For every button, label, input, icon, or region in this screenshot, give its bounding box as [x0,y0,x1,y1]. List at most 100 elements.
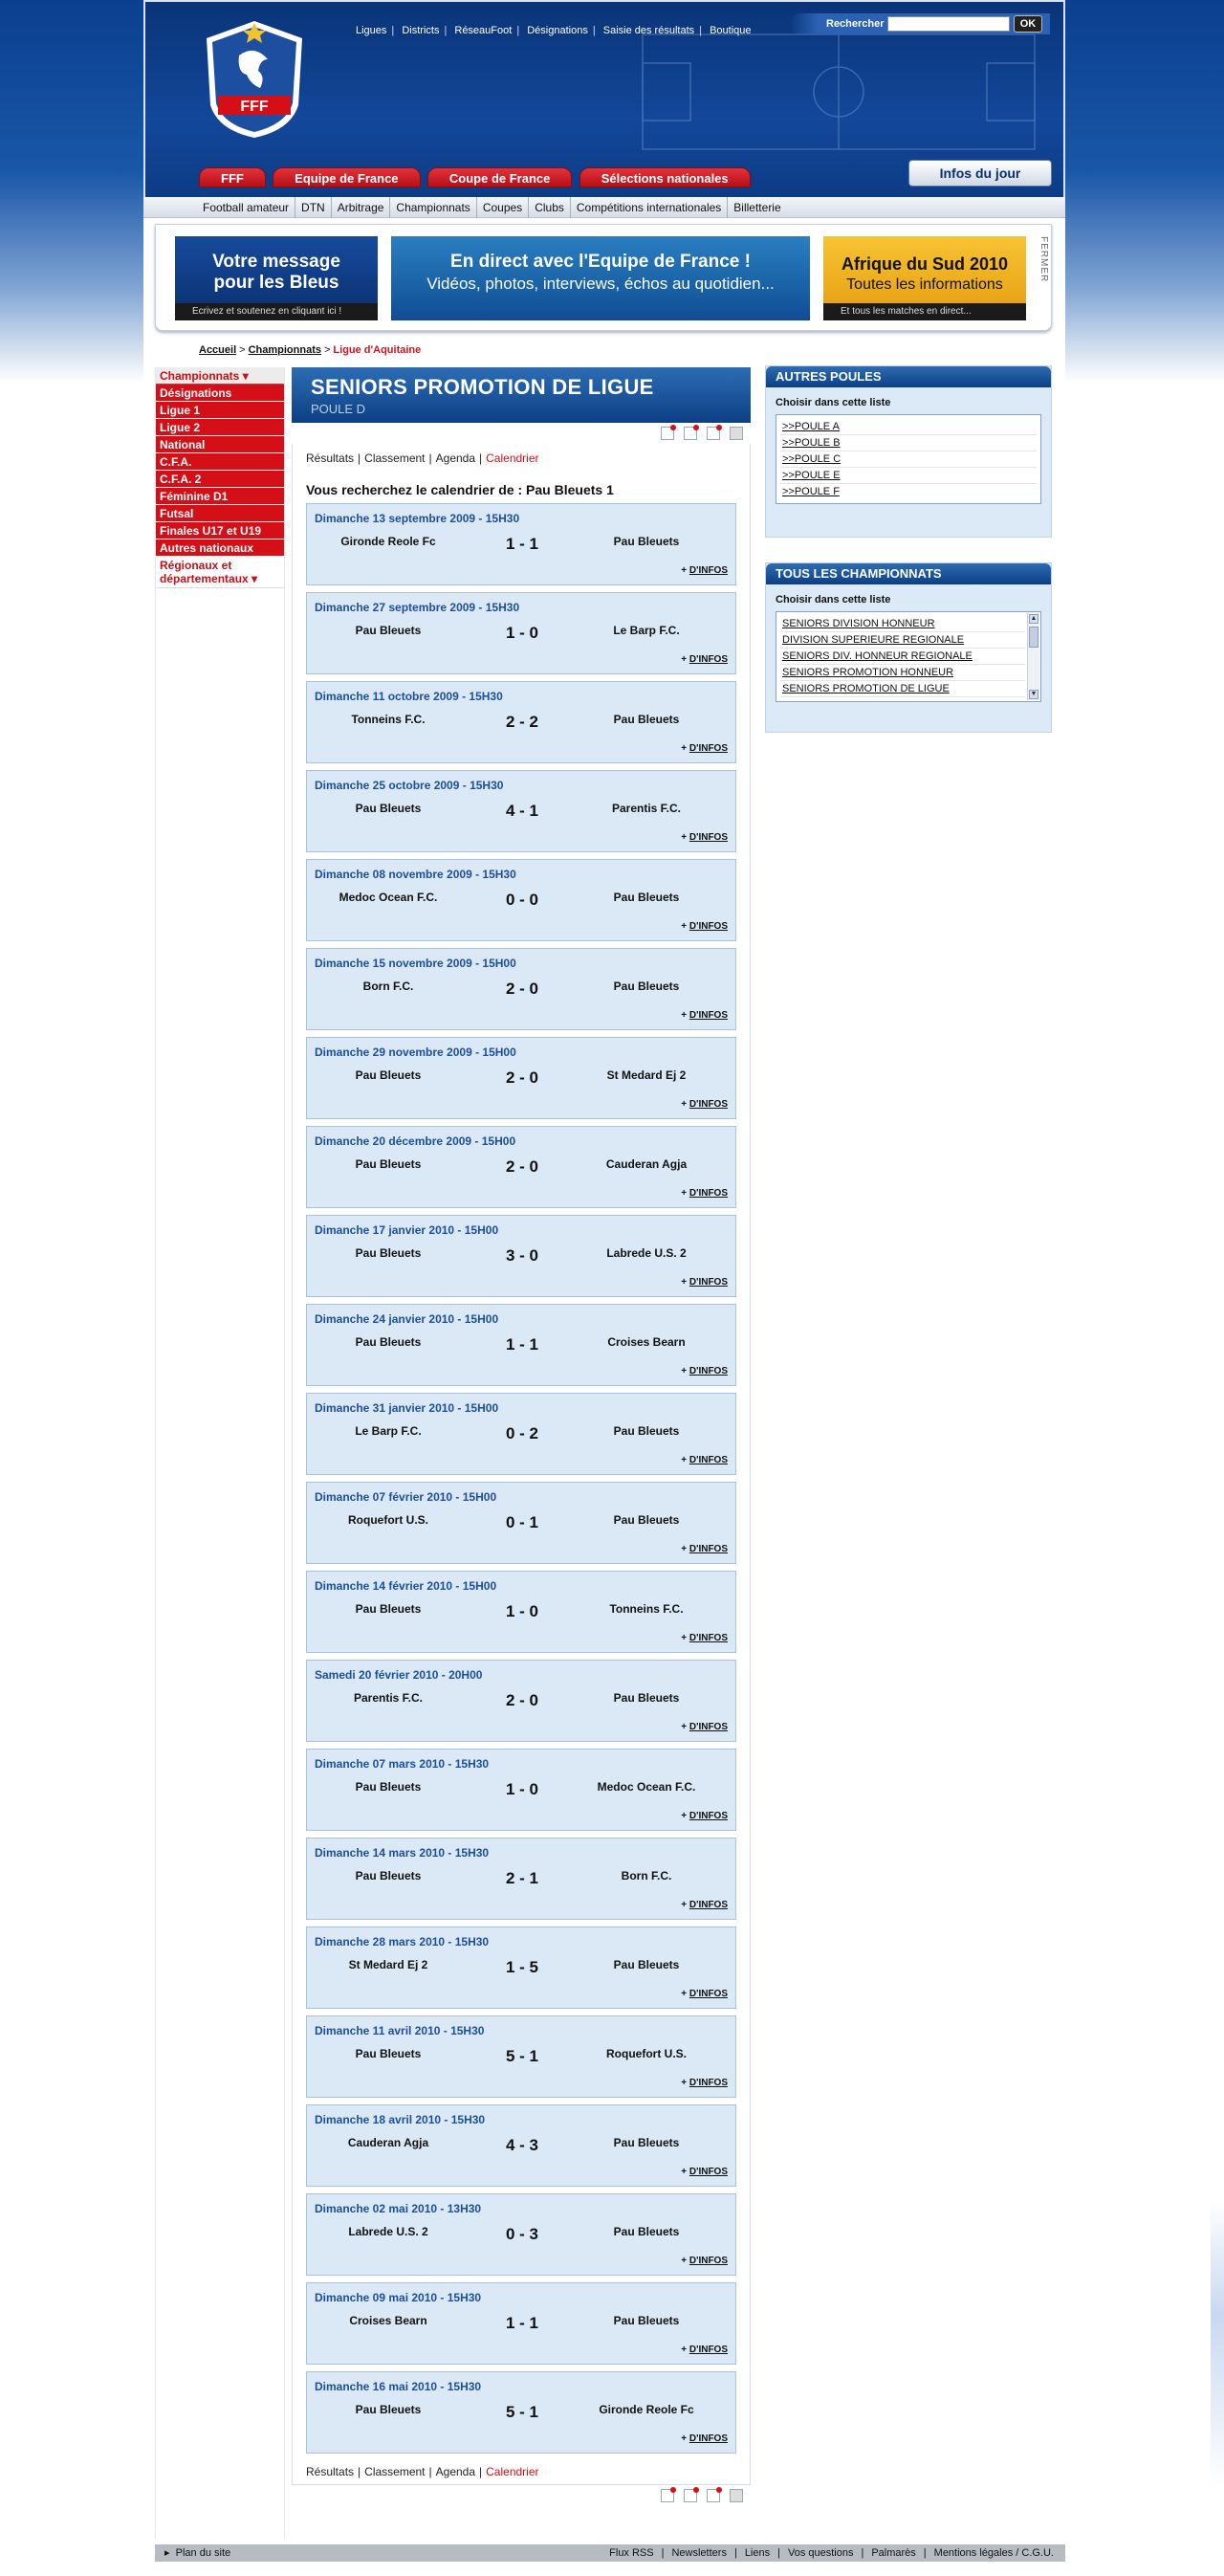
more-info-link[interactable]: + D'INFOS [681,1277,728,1288]
more-info-link[interactable]: + D'INFOS [681,1010,728,1021]
tab-resultats[interactable]: Résultats [306,451,354,465]
more-info-link[interactable]: + D'INFOS [681,1544,728,1554]
breadcrumb-section[interactable]: Championnats [249,344,321,356]
print-icon[interactable] [730,427,743,440]
share-icon[interactable] [707,425,722,440]
footer-link-rss[interactable]: Flux RSS [609,2547,653,2559]
breadcrumb: Accueil > Championnats > Ligue d'Aquitaine [199,344,422,356]
more-info-link[interactable]: + D'INFOS [681,1722,728,1732]
tab-fff[interactable]: FFF [199,167,266,187]
breadcrumb-home[interactable]: Accueil [199,344,236,356]
subnav-championnats[interactable]: Championnats [390,197,477,218]
more-info-link[interactable]: + D'INFOS [681,2078,728,2088]
sidebar-item-autres-nationaux[interactable]: Autres nationaux [156,539,284,557]
share-icon[interactable] [707,2487,722,2502]
sidebar-item-futsal[interactable]: Futsal [156,505,284,522]
championnat-link[interactable]: SENIORS DIV. HONNEUR REGIONALE [780,649,1025,665]
top-link-reseaufoot[interactable]: RéseauFoot [454,25,512,36]
footer-link-liens[interactable]: Liens [745,2547,770,2559]
more-info-link[interactable]: + D'INFOS [681,2345,728,2355]
search-ok-button[interactable]: OK [1014,15,1042,33]
more-info-link[interactable]: + D'INFOS [681,1188,728,1199]
tab-calendrier[interactable]: Calendrier [486,451,538,465]
close-banner-button[interactable]: FERMER [1036,236,1049,303]
banner-message-bleus[interactable]: Votre message pour les Bleus Ecrivez et … [175,236,378,320]
subnav-football-amateur[interactable]: Football amateur [197,197,296,218]
scroll-down-icon[interactable]: ▼ [1029,690,1038,699]
sitemap-link[interactable]: ▸ Plan du site [164,2544,230,2562]
sidebar-item-ligue1[interactable]: Ligue 1 [156,402,284,419]
poule-link-f[interactable]: >>POULE F [780,484,1037,499]
subnav-arbitrage[interactable]: Arbitrage [332,197,391,218]
tab-agenda[interactable]: Agenda [436,2465,475,2478]
championnat-link[interactable]: SENIORS PROMOTION HONNEUR [780,665,1025,681]
scroll-up-icon[interactable]: ▲ [1029,614,1038,624]
sidebar-item-regionaux[interactable]: Régionaux et départementaux ▾ [156,557,284,588]
more-info-link[interactable]: + D'INFOS [681,654,728,665]
poule-link-a[interactable]: >>POULE A [780,419,1037,435]
more-info-link[interactable]: + D'INFOS [681,2256,728,2266]
more-info-link[interactable]: + D'INFOS [681,743,728,754]
sidebar-header[interactable]: Championnats ▾ [156,367,284,385]
sidebar-item-finales-u17-u19[interactable]: Finales U17 et U19 [156,522,284,539]
top-link-designations[interactable]: Désignations [527,25,588,36]
more-info-link[interactable]: + D'INFOS [681,1099,728,1110]
sidebar-item-ligue2[interactable]: Ligue 2 [156,419,284,436]
text-size-icon[interactable] [684,425,699,440]
more-info-link[interactable]: + D'INFOS [681,1633,728,1643]
tab-coupe-de-france[interactable]: Coupe de France [426,167,573,187]
more-info-link[interactable]: + D'INFOS [681,1989,728,1999]
banner-afrique-du-sud[interactable]: Afrique du Sud 2010 Toutes les informati… [823,236,1026,320]
footer-link-mentions[interactable]: Mentions légales / C.G.U. [934,2547,1054,2559]
tab-calendrier[interactable]: Calendrier [486,2465,538,2478]
championnat-link[interactable]: DIVISION SUPERIEURE REGIONALE [780,632,1025,649]
subnav-clubs[interactable]: Clubs [529,197,571,218]
poule-link-c[interactable]: >>POULE C [780,451,1037,468]
footer-link-palmares[interactable]: Palmarès [871,2547,915,2559]
more-info-link[interactable]: + D'INFOS [681,832,728,843]
text-size-icon[interactable] [684,2487,699,2502]
more-info-link[interactable]: + D'INFOS [681,565,728,576]
footer-link-questions[interactable]: Vos questions [788,2547,854,2559]
more-info-link[interactable]: + D'INFOS [681,1455,728,1465]
bookmark-icon[interactable] [661,425,676,440]
tab-equipe-de-france[interactable]: Equipe de France [273,167,421,187]
sidebar-item-cfa2[interactable]: C.F.A. 2 [156,471,284,488]
top-link-boutique[interactable]: Boutique [710,25,751,36]
subnav-coupes[interactable]: Coupes [477,197,530,218]
top-link-ligues[interactable]: Ligues [356,25,386,36]
subnav-competitions-internationales[interactable]: Compétitions internationales [571,197,729,218]
subnav-dtn[interactable]: DTN [295,197,332,218]
print-icon[interactable] [730,2489,743,2502]
banner-direct-equipe[interactable]: En direct avec l'Equipe de France ! Vidé… [391,236,810,320]
infos-du-jour-button[interactable]: Infos du jour [908,160,1052,187]
sidebar-item-feminine-d1[interactable]: Féminine D1 [156,488,284,505]
tab-agenda[interactable]: Agenda [436,451,475,465]
poule-link-b[interactable]: >>POULE B [780,435,1037,451]
sidebar-item-designations[interactable]: Désignations [156,385,284,402]
more-info-link[interactable]: + D'INFOS [681,1366,728,1376]
tab-classement[interactable]: Classement [364,2465,425,2478]
championnat-link[interactable]: SENIORS DIVISION HONNEUR [780,616,1025,632]
championnat-link[interactable]: SENIORS PROMOTION DE LIGUE [780,681,1025,697]
poule-link-e[interactable]: >>POULE E [780,468,1037,484]
subnav-billetterie[interactable]: Billetterie [728,197,786,218]
more-info-link[interactable]: + D'INFOS [681,921,728,932]
sidebar-item-national[interactable]: National [156,436,284,453]
bookmark-icon[interactable] [661,2487,676,2502]
sidebar-item-cfa[interactable]: C.F.A. [156,453,284,471]
more-info-link[interactable]: + D'INFOS [681,2433,728,2444]
tab-resultats[interactable]: Résultats [306,2465,354,2478]
scroll-thumb[interactable] [1029,627,1038,648]
top-link-districts[interactable]: Districts [402,25,439,36]
more-info-link[interactable]: + D'INFOS [681,1900,728,1910]
more-info-link[interactable]: + D'INFOS [681,1811,728,1821]
top-link-saisie[interactable]: Saisie des résultats [603,25,694,36]
list-scrollbar[interactable]: ▲ ▼ [1027,613,1039,700]
tab-classement[interactable]: Classement [364,451,425,465]
footer-link-newsletters[interactable]: Newsletters [671,2547,726,2559]
tab-selections-nationales[interactable]: Sélections nationales [579,167,751,187]
championnat-list[interactable]: SENIORS DIVISION HONNEUR DIVISION SUPERI… [776,611,1041,702]
search-input[interactable] [887,16,1010,32]
more-info-link[interactable]: + D'INFOS [681,2167,728,2177]
